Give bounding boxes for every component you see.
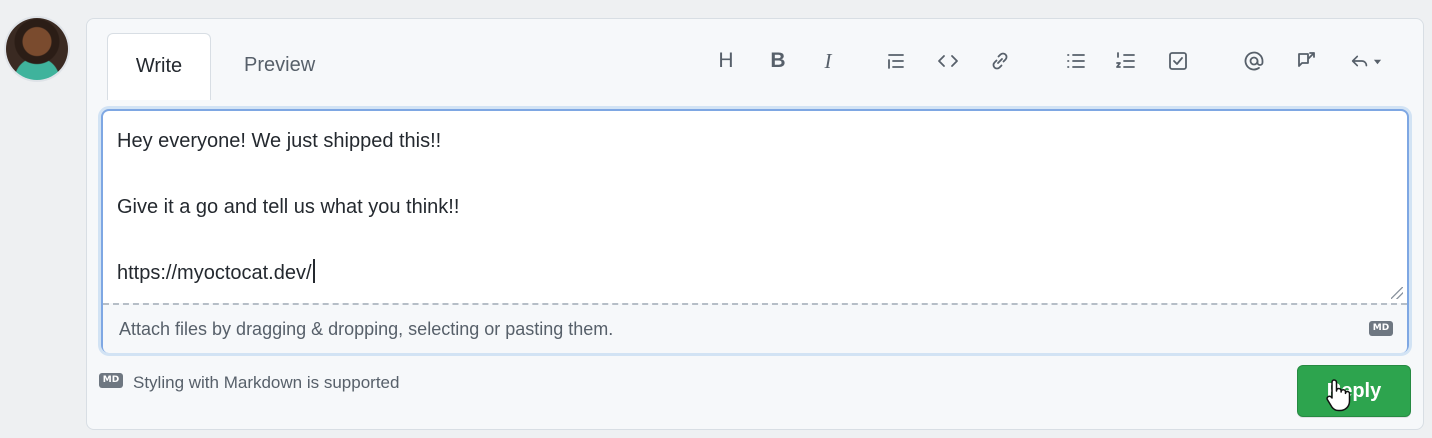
- pointer-cursor-icon: [1326, 379, 1351, 412]
- unordered-list-icon[interactable]: [1059, 41, 1093, 81]
- attach-files-bar[interactable]: Attach files by dragging & dropping, sel…: [103, 303, 1407, 353]
- mention-icon[interactable]: [1237, 41, 1271, 81]
- link-icon[interactable]: [983, 41, 1017, 81]
- bold-icon[interactable]: B: [761, 41, 795, 81]
- editor-line-url: https://myoctocat.dev/: [117, 257, 315, 290]
- comment-box: Write Preview H B I Hey everyone! We jus…: [86, 18, 1424, 430]
- task-list-icon[interactable]: [1161, 41, 1195, 81]
- code-icon[interactable]: [931, 41, 965, 81]
- tab-preview[interactable]: Preview: [244, 33, 315, 97]
- markdown-icon: MD: [99, 373, 123, 388]
- editor-line: Give it a go and tell us what you think!…: [117, 196, 460, 218]
- italic-icon[interactable]: I: [811, 41, 845, 81]
- markdown-supported-link[interactable]: Styling with Markdown is supported: [133, 373, 399, 393]
- attach-files-text: Attach files by dragging & dropping, sel…: [119, 319, 614, 339]
- reply-arrow-icon[interactable]: [1341, 41, 1389, 81]
- chevron-down-icon: [1373, 59, 1381, 64]
- tab-write[interactable]: Write: [107, 33, 211, 100]
- heading-icon[interactable]: H: [709, 41, 743, 81]
- comment-editor[interactable]: Hey everyone! We just shipped this!! Giv…: [101, 109, 1409, 353]
- quote-icon[interactable]: [879, 41, 913, 81]
- reply-button[interactable]: Reply: [1297, 365, 1411, 417]
- comment-textarea[interactable]: Hey everyone! We just shipped this!! Giv…: [103, 111, 1407, 303]
- editor-line: Hey everyone! We just shipped this!!: [117, 130, 442, 152]
- editor-url-text: https://myoctocat.dev/: [117, 262, 312, 284]
- resize-handle[interactable]: [1391, 287, 1403, 299]
- reference-icon[interactable]: [1289, 41, 1323, 81]
- avatar: [6, 18, 68, 80]
- markdown-icon: MD: [1369, 321, 1393, 336]
- ordered-list-icon[interactable]: [1109, 41, 1143, 81]
- text-cursor: [312, 259, 315, 283]
